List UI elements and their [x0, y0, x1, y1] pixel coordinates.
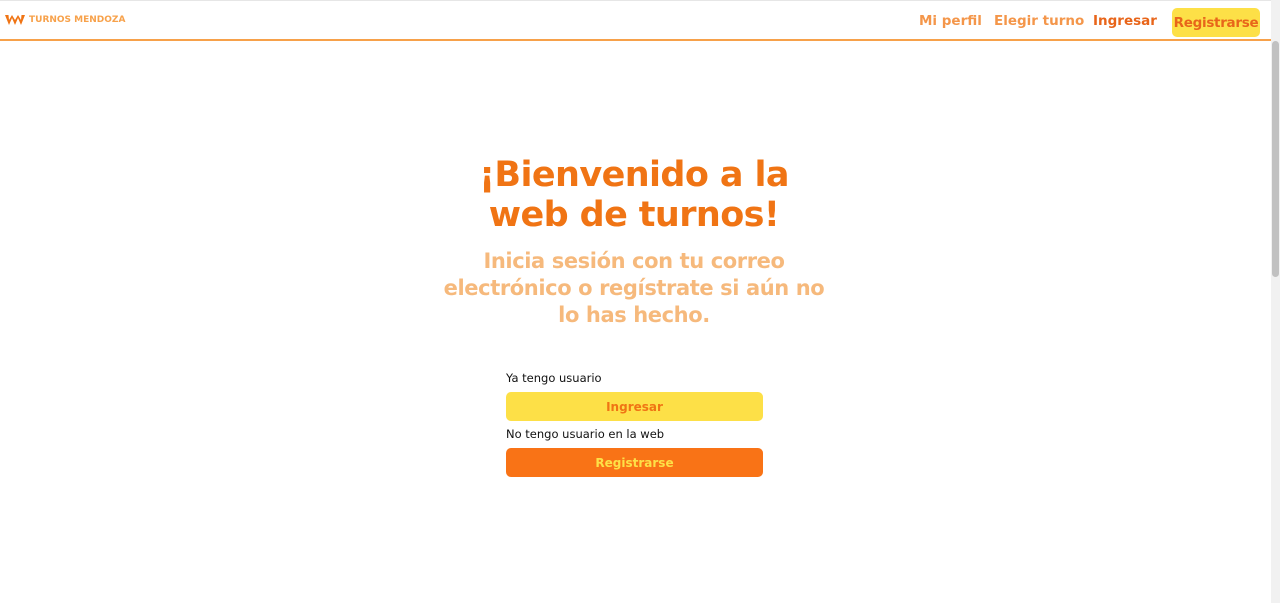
login-button[interactable]: Ingresar: [506, 392, 763, 421]
nav-register-button[interactable]: Registrarse: [1172, 8, 1260, 37]
register-button[interactable]: Registrarse: [506, 448, 763, 477]
brand-link[interactable]: TURNOS MENDOZA: [5, 14, 125, 26]
existing-user-label: Ya tengo usuario: [506, 371, 602, 385]
scrollbar-thumb[interactable]: [1272, 41, 1279, 277]
vertical-scrollbar[interactable]: [1271, 0, 1280, 603]
top-navbar: TURNOS MENDOZA Mi perfil Elegir turno In…: [0, 0, 1271, 41]
new-user-label: No tengo usuario en la web: [506, 427, 665, 441]
nav-choose-turn[interactable]: Elegir turno: [994, 13, 1084, 29]
page-subtitle: Inicia sesión con tu correo electrónico …: [443, 249, 825, 327]
nav-login[interactable]: Ingresar: [1093, 13, 1157, 29]
page-title: ¡Bienvenido a la web de turnos!: [479, 155, 789, 235]
brand-name: TURNOS MENDOZA: [29, 15, 126, 25]
wm-logo-icon: [5, 15, 25, 25]
nav-my-profile[interactable]: Mi perfil: [919, 13, 982, 29]
page: TURNOS MENDOZA Mi perfil Elegir turno In…: [0, 0, 1271, 603]
